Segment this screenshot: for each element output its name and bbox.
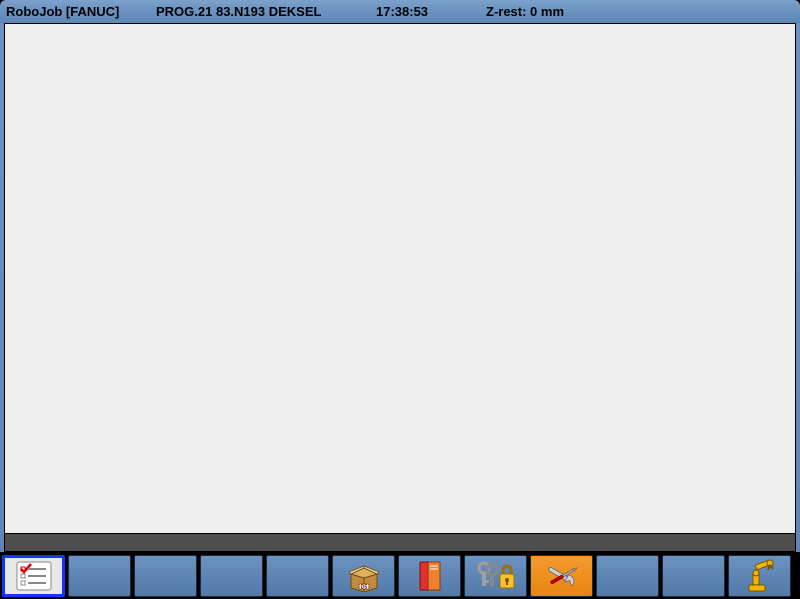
- toolbar-btn-package[interactable]: D5: [332, 555, 395, 597]
- toolbar-btn-blank-3[interactable]: [200, 555, 263, 597]
- toolbar-btn-blank-5[interactable]: [596, 555, 659, 597]
- program-label: PROG.21 83.N193 DEKSEL: [156, 4, 376, 19]
- toolbar-btn-checklist[interactable]: [2, 555, 65, 597]
- toolbar-btn-book[interactable]: [398, 555, 461, 597]
- toolbar-btn-blank-6[interactable]: [662, 555, 725, 597]
- toolbar-btn-robot-arm[interactable]: [728, 555, 791, 597]
- toolbar-btn-tools[interactable]: [530, 555, 593, 597]
- app-name: RoboJob [FANUC]: [6, 4, 156, 19]
- package-icon: D5: [347, 560, 381, 592]
- toolbar-btn-blank-1[interactable]: [68, 555, 131, 597]
- content-wrap: [0, 23, 800, 552]
- svg-text:D5: D5: [360, 584, 367, 590]
- bottom-toolbar: D5: [0, 552, 800, 599]
- robot-arm-icon: [743, 559, 777, 593]
- app-root: RoboJob [FANUC] PROG.21 83.N193 DEKSEL 1…: [0, 0, 800, 599]
- titlebar: RoboJob [FANUC] PROG.21 83.N193 DEKSEL 1…: [0, 0, 800, 23]
- toolbar-btn-blank-4[interactable]: [266, 555, 329, 597]
- toolbar-btn-lock[interactable]: [464, 555, 527, 597]
- zrest-label: Z-rest: 0 mm: [486, 4, 636, 19]
- keys-lock-icon: [476, 560, 516, 592]
- wrench-screwdriver-icon: [543, 560, 581, 592]
- statusbar: [4, 534, 796, 552]
- book-icon: [416, 560, 444, 592]
- time-label: 17:38:53: [376, 4, 486, 19]
- checklist-icon: [16, 561, 52, 591]
- main-canvas: [4, 23, 796, 534]
- toolbar-btn-blank-2[interactable]: [134, 555, 197, 597]
